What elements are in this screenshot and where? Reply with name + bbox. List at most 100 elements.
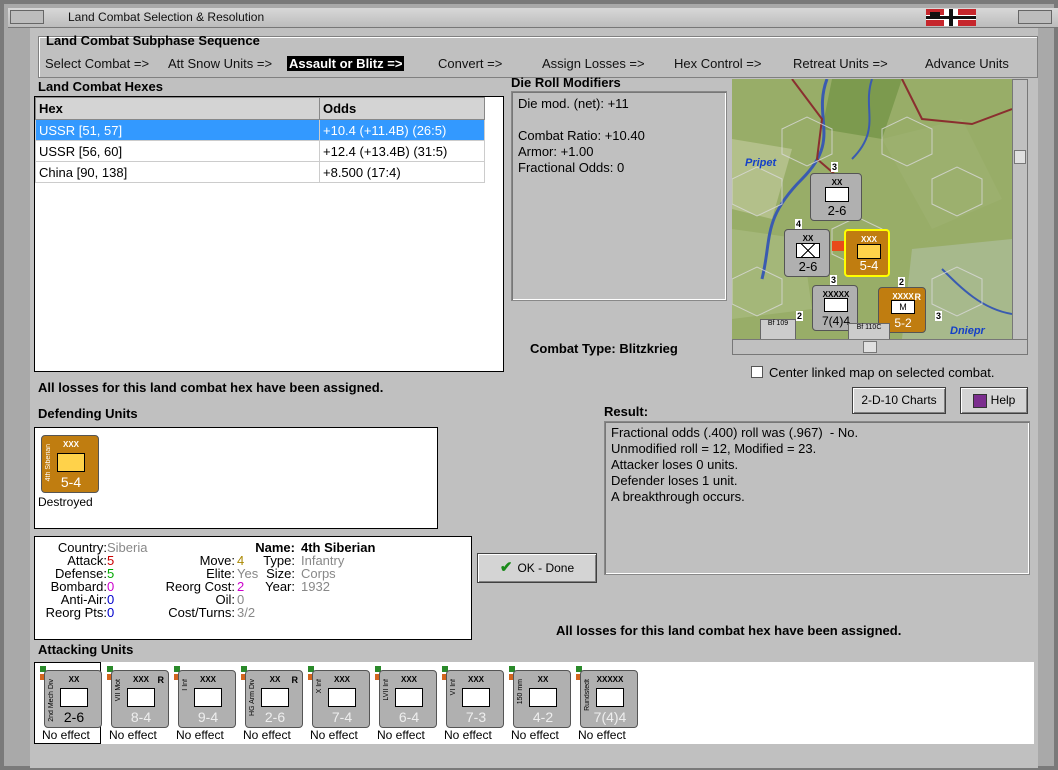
map-counter[interactable]: XX 2-6 xyxy=(810,173,862,221)
stack-count: 3 xyxy=(831,162,839,172)
close-button[interactable] xyxy=(1018,10,1052,24)
seq-hex-control: Hex Control => xyxy=(674,56,762,71)
attacking-unit[interactable]: XXX X Inf 7-4 No effect xyxy=(308,666,370,742)
system-menu-button[interactable] xyxy=(10,10,44,24)
help-book-icon xyxy=(972,393,987,408)
unit-symbol-icon xyxy=(261,688,289,707)
seq-convert: Convert => xyxy=(438,56,503,71)
map-counter-defender[interactable]: XXX 5-4 xyxy=(844,229,890,277)
scroll-thumb[interactable] xyxy=(1014,150,1026,164)
unit-counter[interactable]: XXX LVII Inf 6-4 xyxy=(379,670,437,728)
die-roll-modifiers-box: Die mod. (net): +11 Combat Ratio: +10.40… xyxy=(511,91,727,301)
air-unit-counter[interactable]: Bf 110C xyxy=(848,323,890,339)
stack-count: 2 xyxy=(898,277,906,287)
attacking-unit-status: No effect xyxy=(444,728,492,742)
defending-units-heading: Defending Units xyxy=(38,406,138,421)
odds-column-header[interactable]: Odds xyxy=(319,97,485,120)
losses-assigned-message-bottom: All losses for this land combat hex have… xyxy=(556,623,902,638)
modifier-line: Armor: +1.00 xyxy=(518,144,594,159)
table-row[interactable]: China [90, 138] +8.500 (17:4) xyxy=(35,161,485,183)
attacking-unit[interactable]: XX HG Arm Div R 2-6 No effect xyxy=(241,666,303,742)
unit-counter[interactable]: XXX VII Mot R 8-4 xyxy=(111,670,169,728)
unit-symbol-icon xyxy=(596,688,624,707)
attacking-unit-status: No effect xyxy=(176,728,224,742)
combat-type: Combat Type: Blitzkrieg xyxy=(530,341,678,356)
defending-unit-counter[interactable]: XXX 4th Siberian 5-4 xyxy=(41,435,99,493)
hex-table: Hex Odds USSR [51, 57] +10.4 (+11.4B) (2… xyxy=(35,97,485,183)
air-unit-counter[interactable]: Bf 109 xyxy=(760,319,796,339)
map-counter[interactable]: XX 2-6 xyxy=(784,229,830,277)
help-button[interactable]: Help xyxy=(960,387,1028,414)
scroll-thumb[interactable] xyxy=(863,341,877,353)
attacking-unit-status: No effect xyxy=(377,728,425,742)
hex-column-header[interactable]: Hex xyxy=(35,97,320,120)
attacking-unit-status: No effect xyxy=(243,728,291,742)
unit-counter[interactable]: XX HG Arm Div R 2-6 xyxy=(245,670,303,728)
attacking-unit[interactable]: XXX VII Mot R 8-4 No effect xyxy=(107,666,169,742)
unit-symbol-icon xyxy=(529,688,557,707)
subphase-heading: Land Combat Subphase Sequence xyxy=(46,33,260,48)
attacking-unit[interactable]: XX 150 mm 4-2 No effect xyxy=(509,666,571,742)
attacking-units-box: XX 2nd Mech Div 2-6 No effect XXX VII Mot R 8-4… xyxy=(34,662,1034,744)
unit-counter[interactable]: XX 150 mm 4-2 xyxy=(513,670,571,728)
table-row[interactable]: USSR [56, 60] +12.4 (+13.4B) (31:5) xyxy=(35,140,485,162)
losses-assigned-message-top: All losses for this land combat hex have… xyxy=(38,380,384,395)
center-map-label: Center linked map on selected combat. xyxy=(769,365,995,380)
unit-symbol-icon xyxy=(127,688,155,707)
charts-button[interactable]: 2-D-10 Charts xyxy=(852,387,946,414)
seq-assault-or-blitz: Assault or Blitz => xyxy=(287,56,405,71)
seq-assign-losses: Assign Losses => xyxy=(542,56,645,71)
result-line: A breakthrough occurs. xyxy=(611,489,745,504)
map-vertical-scrollbar[interactable] xyxy=(1012,79,1028,341)
unit-counter[interactable]: XXX X Inf 7-4 xyxy=(312,670,370,728)
hex-cell: China [90, 138] xyxy=(35,161,320,183)
modifier-line xyxy=(518,112,720,128)
german-flag-icon xyxy=(926,9,976,26)
combat-type-value: Blitzkrieg xyxy=(619,341,678,356)
land-combat-hexes-heading: Land Combat Hexes xyxy=(38,79,163,94)
modifier-line: Fractional Odds: 0 xyxy=(518,160,625,175)
ok-done-button[interactable]: ✔ OK - Done xyxy=(477,553,597,583)
unit-symbol-icon xyxy=(60,688,88,707)
stack-count: 4 xyxy=(795,219,803,229)
result-line: Unmodified roll = 12, Modified = 23. xyxy=(611,441,817,456)
table-row[interactable]: USSR [51, 57] +10.4 (+11.4B) (26:5) xyxy=(35,119,485,141)
attacking-unit-status: No effect xyxy=(511,728,559,742)
unit-symbol-icon xyxy=(462,688,490,707)
seq-retreat-units: Retreat Units => xyxy=(793,56,888,71)
combat-type-label: Combat Type: xyxy=(530,341,616,356)
hex-list: Hex Odds USSR [51, 57] +10.4 (+11.4B) (2… xyxy=(34,96,504,372)
attacking-unit[interactable]: XXX LVII Inf 6-4 No effect xyxy=(375,666,437,742)
attacking-unit[interactable]: XXX VI Inf 7-3 No effect xyxy=(442,666,504,742)
stack-count: 3 xyxy=(830,275,838,285)
attacking-unit-status: No effect xyxy=(42,728,90,742)
map-label-pripet: Pripet xyxy=(745,157,777,169)
dialog-content: Land Combat Subphase Sequence Select Com… xyxy=(30,28,1038,768)
unit-counter[interactable]: XX 2nd Mech Div 2-6 xyxy=(44,670,102,728)
stack-count: 3 xyxy=(935,311,943,321)
unit-symbol-icon xyxy=(395,688,423,707)
unit-symbol-icon xyxy=(194,688,222,707)
attacking-units-heading: Attacking Units xyxy=(38,642,134,657)
attack-arrow-icon xyxy=(832,241,844,251)
unit-counter[interactable]: XXX VI Inf 7-3 xyxy=(446,670,504,728)
modifier-line: Combat Ratio: +10.40 xyxy=(518,128,645,143)
map-horizontal-scrollbar[interactable] xyxy=(732,339,1028,355)
map-label-dniepr: Dniepr xyxy=(950,325,985,337)
unit-symbol-icon xyxy=(328,688,356,707)
attacking-unit[interactable]: XXX I Inf 9-4 No effect xyxy=(174,666,236,742)
result-line: Attacker loses 0 units. xyxy=(611,457,739,472)
attacking-unit[interactable]: XX 2nd Mech Div 2-6 No effect xyxy=(40,666,102,742)
result-line: Fractional odds (.400) roll was (.967) -… xyxy=(611,425,859,440)
odds-cell: +8.500 (17:4) xyxy=(319,161,485,183)
unit-counter[interactable]: XXX I Inf 9-4 xyxy=(178,670,236,728)
infantry-symbol-icon xyxy=(57,453,85,472)
modifier-line: Die mod. (net): +11 xyxy=(518,96,629,111)
attacking-unit[interactable]: XXXXX Rundstedt 7(4)4 No effect xyxy=(576,666,638,742)
center-map-checkbox[interactable] xyxy=(751,366,763,378)
die-roll-modifiers-heading: Die Roll Modifiers xyxy=(511,75,621,90)
linked-map[interactable]: Pripet Dniepr XX 2-6 3 XX 2-6 4 XXX 5-4 xyxy=(732,79,1012,339)
result-heading: Result: xyxy=(604,404,649,419)
defending-unit-status: Destroyed xyxy=(38,495,93,509)
unit-counter[interactable]: XXXXX Rundstedt 7(4)4 xyxy=(580,670,638,728)
